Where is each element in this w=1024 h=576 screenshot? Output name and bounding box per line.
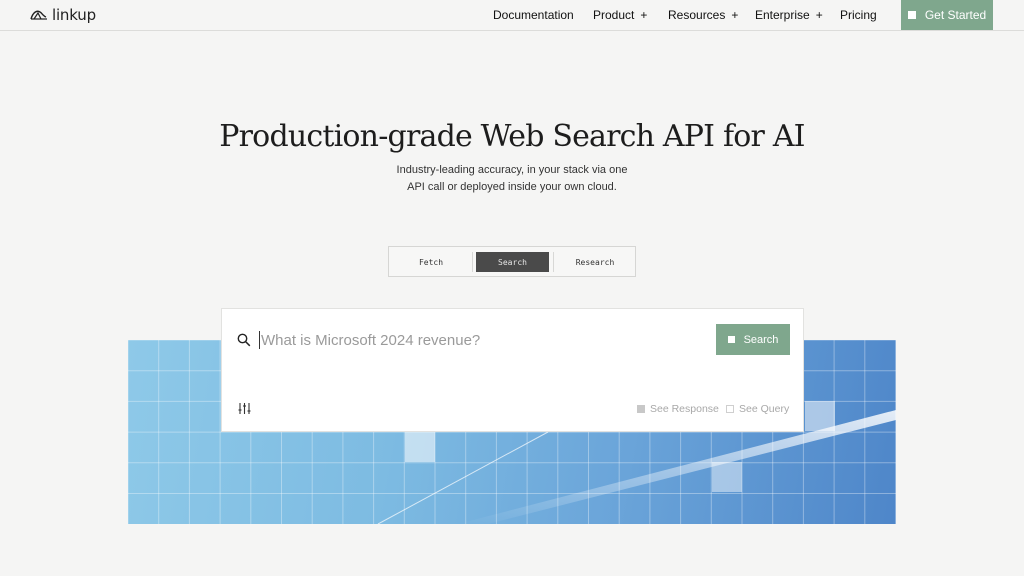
highlight-cell xyxy=(405,432,435,462)
plus-icon: + xyxy=(731,8,739,22)
search-button-label: Search xyxy=(743,333,779,346)
logo[interactable]: linkup xyxy=(30,6,96,24)
subtitle-line-1: Industry-leading accuracy, in your stack… xyxy=(396,164,628,176)
highlight-cell xyxy=(805,401,835,431)
tab-research[interactable]: Research xyxy=(555,252,635,272)
plus-icon: + xyxy=(815,8,823,22)
checkbox-unchecked-icon xyxy=(726,405,734,413)
text-caret xyxy=(259,331,260,349)
page-title: Production-grade Web Search API for AI xyxy=(219,119,805,154)
see-query-toggle[interactable]: See Query xyxy=(726,403,789,415)
square-icon xyxy=(727,336,735,343)
see-query-label: See Query xyxy=(739,403,790,415)
mode-tabs: Fetch Search Research xyxy=(388,246,636,277)
search-card: Search See Response See Query xyxy=(221,308,804,432)
page-subtitle: Industry-leading accuracy, in your stack… xyxy=(0,162,1024,196)
linkup-logo-icon xyxy=(30,10,47,20)
nav-resources[interactable]: Resources + xyxy=(668,8,738,22)
checkbox-checked-icon xyxy=(637,405,645,413)
logo-text: linkup xyxy=(52,6,96,24)
tab-divider xyxy=(472,252,473,272)
tab-fetch[interactable]: Fetch xyxy=(391,252,471,272)
see-response-label: See Response xyxy=(650,403,719,415)
highlight-cell xyxy=(712,462,742,492)
site-header: linkup Documentation Product + Resources +… xyxy=(0,0,1024,31)
tab-divider xyxy=(553,252,554,272)
nav-enterprise[interactable]: Enterprise + xyxy=(755,8,823,22)
sliders-icon[interactable] xyxy=(238,402,251,415)
nav-documentation[interactable]: Documentation xyxy=(493,8,574,22)
nav-product[interactable]: Product + xyxy=(593,8,647,22)
search-icon xyxy=(237,333,251,347)
square-icon xyxy=(907,11,916,19)
search-input[interactable] xyxy=(261,327,711,353)
see-response-toggle[interactable]: See Response xyxy=(637,403,719,415)
get-started-label: Get Started xyxy=(924,8,987,22)
nav-pricing[interactable]: Pricing xyxy=(840,8,877,22)
plus-icon: + xyxy=(640,8,648,22)
subtitle-line-2: API call or deployed inside your own clo… xyxy=(407,181,617,193)
get-started-button[interactable]: Get Started xyxy=(901,0,993,30)
tab-search[interactable]: Search xyxy=(476,252,549,272)
search-button[interactable]: Search xyxy=(716,324,790,355)
